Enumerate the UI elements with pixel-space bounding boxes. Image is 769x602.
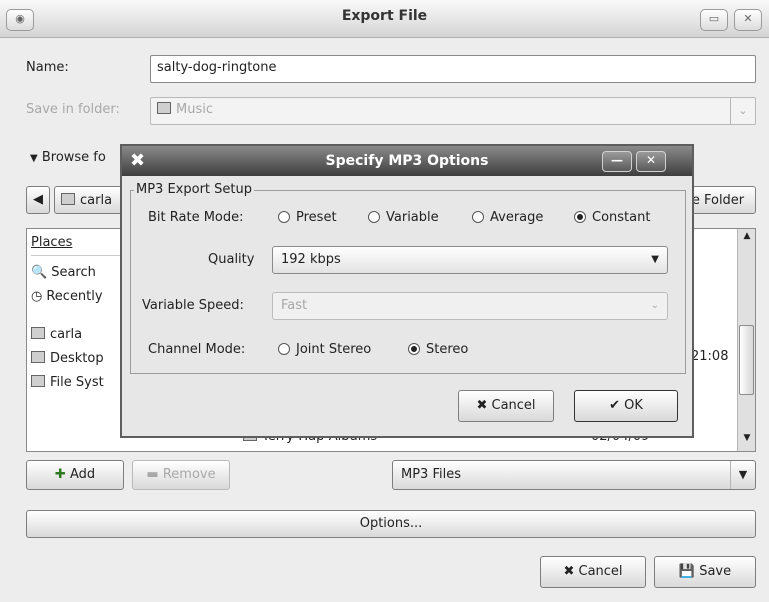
radio-selected-icon [574,211,586,223]
desktop-icon [31,351,45,363]
radio-preset[interactable]: Preset [278,210,337,225]
chevron-down-icon: ⌄ [730,98,755,124]
radio-selected-icon [408,343,420,355]
radio-constant[interactable]: Constant [574,210,650,225]
channel-mode-label: Channel Mode: [148,342,246,357]
path-carla-label: carla [80,193,113,208]
radio-stereo[interactable]: Stereo [408,342,468,357]
window-title: Export File [341,8,428,24]
options-button[interactable]: Options... [26,510,756,538]
radio-icon [368,211,380,223]
dialog-cancel-button[interactable]: ✖ Cancel [458,390,554,422]
search-icon: 🔍 [31,265,48,280]
quality-value: 192 kbps [281,252,341,267]
bit-rate-label: Bit Rate Mode: [148,210,244,225]
plus-icon: ✚ [54,467,66,482]
path-back-button[interactable]: ◀ [26,186,50,214]
dialog-menu-icon[interactable]: ✖ [130,146,145,176]
dialog-cancel-label: Cancel [491,398,536,413]
save-in-label: Save in folder: [26,102,120,117]
frame-label: MP3 Export Setup [134,182,254,197]
dialog-ok-label: OK [624,398,643,413]
clock-icon: ◷ [31,289,43,304]
home-folder-icon [31,327,45,339]
add-button[interactable]: ✚ Add [26,460,124,490]
cancel-icon: ✖ [476,398,488,413]
add-button-label: Add [69,467,96,482]
radio-joint-stereo[interactable]: Joint Stereo [278,342,371,357]
checkmark-icon: ✔ [609,398,620,413]
folder-icon [157,102,171,114]
window-titlebar: ◉ Export File ▭ ✕ [0,0,769,38]
mp3-options-dialog: ✖ Specify MP3 Options — ✕ MP3 Export Set… [120,144,694,438]
save-in-value: Music [176,102,213,117]
drive-icon [31,375,45,387]
filter-value: MP3 Files [401,467,461,482]
scrollbar-thumb[interactable] [739,325,754,395]
cancel-button[interactable]: ✖ Cancel [540,556,646,588]
variable-speed-combo[interactable]: Fast ⌄ [272,292,668,320]
chevron-down-icon: ▼ [730,461,755,489]
name-label: Name: [26,60,69,75]
variable-speed-label: Variable Speed: [142,298,244,313]
chevron-down-icon: ⌄ [650,300,659,311]
places-item-filesystem[interactable]: File Syst [31,371,104,395]
save-in-combo[interactable]: Music ⌄ [150,97,756,125]
save-button-label: Save [699,564,732,579]
file-type-filter[interactable]: MP3 Files ▼ [392,460,756,490]
places-header-label: Places [31,235,73,250]
close-button[interactable]: ✕ [734,9,762,31]
radio-average[interactable]: Average [472,210,543,225]
places-item-carla[interactable]: carla [31,323,82,347]
radio-icon [278,211,290,223]
scroll-up-icon[interactable]: ▲ [740,231,754,247]
cancel-icon: ✖ [563,564,575,579]
places-item-recently[interactable]: ◷ Recently [31,285,103,309]
scroll-down-icon[interactable]: ▼ [740,433,754,449]
cancel-button-label: Cancel [578,564,623,579]
places-item-desktop[interactable]: Desktop [31,347,104,371]
radio-variable[interactable]: Variable [368,210,439,225]
chevron-down-icon: ▼ [651,254,659,265]
quality-combo[interactable]: 192 kbps ▼ [272,246,668,274]
remove-button-label: Remove [162,467,216,482]
name-input[interactable]: salty-dog-ringtone [150,55,756,83]
quality-label: Quality [208,252,255,267]
dialog-close-button[interactable]: ✕ [636,151,666,172]
browse-expander[interactable]: ▼ Browse fo [30,150,106,165]
browse-label: Browse fo [41,150,106,165]
dialog-minimize-button[interactable]: — [602,151,632,172]
places-item-search[interactable]: 🔍 Search [31,261,96,285]
file-time: 21:08 [691,349,729,364]
variable-speed-value: Fast [281,298,308,313]
radio-icon [472,211,484,223]
dialog-titlebar: ✖ Specify MP3 Options — ✕ [122,146,692,176]
save-button[interactable]: 💾 Save [654,556,756,588]
home-folder-icon [61,193,75,205]
scrollbar[interactable]: ▲ ▼ [737,229,755,451]
minus-icon: ▬ [146,467,159,482]
dialog-ok-button[interactable]: ✔ OK [574,390,678,422]
radio-icon [278,343,290,355]
save-icon: 💾 [678,564,696,579]
remove-button[interactable]: ▬ Remove [132,460,230,490]
minimize-button[interactable]: ▭ [700,9,728,31]
expander-arrow-icon: ▼ [30,153,38,164]
dialog-title: Specify MP3 Options [325,153,489,169]
